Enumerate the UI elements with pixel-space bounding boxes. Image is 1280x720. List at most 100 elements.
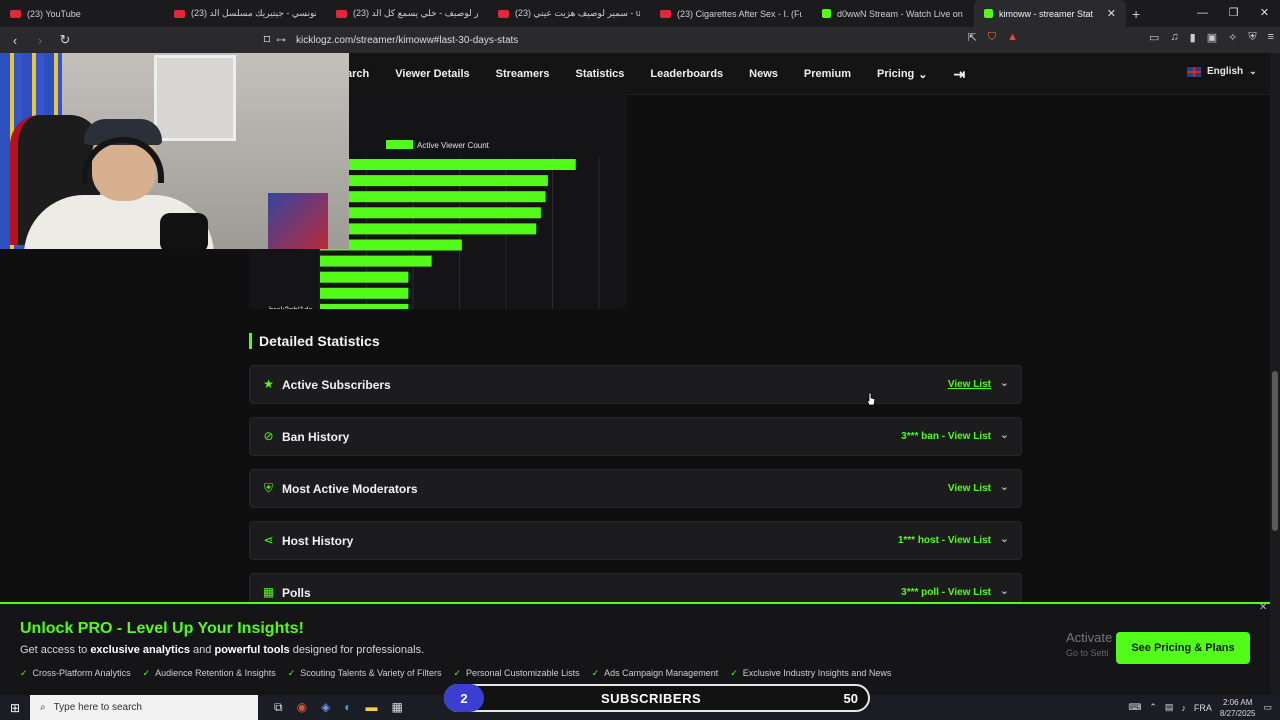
bookmark-icon[interactable]: ⌑ [257, 32, 277, 48]
promo-feature: ✓ Exclusive Industry Insights and News [730, 668, 891, 679]
reload-icon[interactable]: ↻ [55, 32, 75, 48]
bar [320, 287, 409, 299]
row-label: Ban History [282, 430, 350, 444]
forward-icon[interactable]: › [30, 33, 50, 48]
subscribers-stream-overlay: 2 SUBSCRIBERS 50 [444, 684, 870, 712]
sidebar-icon[interactable]: ▮ [1190, 31, 1196, 44]
activate-windows-subtext: Go to Setti [1066, 648, 1109, 658]
view-list-link[interactable]: View List [948, 379, 991, 390]
notification-icon[interactable]: ▭ [1263, 702, 1272, 713]
browser-tab[interactable]: kimoww - streamer Statistics ✕ [974, 0, 1126, 27]
media-icon[interactable]: ♫ [1170, 31, 1178, 44]
rewards-icon[interactable]: ▲ [1007, 31, 1018, 44]
volume-icon[interactable]: ♪ [1181, 703, 1186, 713]
vpn-icon[interactable]: ⛨ [1248, 31, 1256, 44]
row-label: Host History [282, 534, 354, 548]
nav-item-premium[interactable]: Premium [804, 68, 851, 80]
copilot-icon[interactable]: ◈ [321, 700, 330, 715]
chevron-down-icon[interactable]: ⌄ [1000, 532, 1009, 545]
site-info-icon[interactable]: ⊶ [276, 35, 286, 46]
view-list-link[interactable]: 3*** poll - View List [901, 587, 991, 598]
browser-tab[interactable]: (23) سمير لوصيف - خلي يسمع كل الد [326, 0, 488, 27]
browser-tab[interactable]: d0wwN Stream - Watch Live on Kick [812, 0, 974, 27]
row-label: Most Active Moderators [282, 482, 418, 496]
tab-label: (23) Cigarettes After Sex - I. (Full [677, 8, 802, 19]
file-explorer-icon[interactable]: ▬ [366, 700, 378, 715]
reader-icon[interactable]: ▭ [1149, 31, 1159, 44]
promo-feature: ✓ Ads Campaign Management [592, 668, 719, 679]
minimize-icon[interactable]: — [1187, 0, 1218, 27]
see-pricing-button[interactable]: See Pricing & Plans [1116, 632, 1250, 664]
app-icon[interactable]: ◉ [297, 700, 307, 715]
nav-item-streamers[interactable]: Streamers [496, 68, 550, 80]
windows-start-icon[interactable]: ⊞ [0, 701, 30, 715]
tray-chevron-icon[interactable]: ⌃ [1149, 702, 1157, 713]
youtube-favicon-icon [10, 9, 21, 18]
stat-row-active-subscribers[interactable]: ★ Active Subscribers View List ⌄ [249, 365, 1022, 404]
nav-item-pricing[interactable]: Pricing [877, 68, 914, 80]
view-list-link[interactable]: 3*** ban - View List [901, 431, 991, 442]
stat-row-most-active-moderators[interactable]: ⛨ Most Active Moderators View List ⌄ [249, 469, 1022, 508]
chevron-down-icon: ⌄ [1249, 66, 1257, 76]
login-icon[interactable]: ⇥ [954, 66, 966, 83]
share-icon[interactable]: ⇱ [968, 31, 977, 44]
chevron-down-icon: ⌄ [918, 68, 928, 81]
feature-label: Scouting Talents & Variety of Filters [300, 668, 442, 678]
brave-shield-icon[interactable]: ⛉ [988, 31, 996, 44]
chevron-down-icon[interactable]: ⌄ [1000, 584, 1009, 597]
stat-row-host-history[interactable]: ⋖ Host History 1*** host - View List ⌄ [249, 521, 1022, 560]
view-list-link[interactable]: 1*** host - View List [898, 535, 991, 546]
nav-item-leaderboards[interactable]: Leaderboards [650, 68, 723, 80]
window-image [154, 55, 236, 141]
row-label: Active Subscribers [282, 378, 391, 392]
nav-item-viewer-details[interactable]: Viewer Details [395, 68, 469, 80]
new-tab-icon[interactable]: + [1132, 6, 1140, 22]
promo-feature: ✓ Audience Retention & Insights [143, 668, 276, 679]
close-tab-icon[interactable]: ✕ [1107, 7, 1116, 20]
web-page: arch Viewer Details Streamers Statistics Lea… [0, 53, 1280, 695]
system-tray: ⌨ ⌃ ▤ ♪ FRA 2:06 AM 8/27/2025 ▭ [1128, 695, 1272, 720]
clock[interactable]: 2:06 AM 8/27/2025 [1220, 697, 1256, 719]
youtube-favicon-icon [174, 9, 185, 18]
back-icon[interactable]: ‹ [5, 33, 25, 48]
tab-label: d0wwN Stream - Watch Live on Kick [837, 8, 964, 19]
browser-tab[interactable]: (23) سمير لوصيف هزيت عيني - uTube [488, 0, 650, 27]
youtube-favicon-icon [660, 9, 671, 18]
promo-sub-mid: and [190, 644, 215, 656]
nav-item-arch[interactable]: arch [346, 68, 369, 80]
keyboard-icon[interactable]: ⌨ [1128, 702, 1141, 713]
maximize-icon[interactable]: ❐ [1218, 0, 1249, 27]
browser-tab[interactable]: (23) وليد التونسي - جيتيريك مسلسل الد [164, 0, 326, 27]
taskbar-search[interactable]: ⌕ Type here to search [30, 695, 258, 720]
scrollbar[interactable] [1270, 53, 1280, 695]
language-select[interactable]: English ⌄ [1187, 66, 1257, 77]
chevron-down-icon[interactable]: ⌄ [1000, 428, 1009, 441]
chevron-down-icon[interactable]: ⌄ [1000, 480, 1009, 493]
leo-icon[interactable]: ✧ [1228, 31, 1237, 44]
poster-image [268, 193, 328, 249]
nav-item-statistics[interactable]: Statistics [575, 68, 624, 80]
stat-row-ban-history[interactable]: ⊘ Ban History 3*** ban - View List ⌄ [249, 417, 1022, 456]
bar [320, 255, 432, 267]
bar [320, 303, 409, 309]
edge-icon[interactable]: ◐ [344, 700, 351, 715]
close-window-icon[interactable]: ✕ [1249, 0, 1280, 27]
network-icon[interactable]: ▤ [1165, 702, 1174, 713]
browser-tab[interactable]: (23) Cigarettes After Sex - I. (Full [650, 0, 812, 27]
promo-feature: ✓ Cross-Platform Analytics [20, 668, 131, 679]
menu-icon[interactable]: ≡ [1268, 31, 1274, 44]
bar [320, 271, 409, 283]
input-language[interactable]: FRA [1194, 703, 1212, 713]
url-field[interactable]: ⊶ kicklogz.com/streamer/kimoww#last-30-d… [276, 29, 1006, 51]
nav-item-news[interactable]: News [749, 68, 778, 80]
bar [320, 175, 548, 187]
view-list-link[interactable]: View List [948, 483, 991, 494]
task-view-icon[interactable]: ⧉ [274, 700, 283, 715]
clock-date: 8/27/2025 [1219, 708, 1256, 718]
url-text: kicklogz.com/streamer/kimoww#last-30-day… [296, 34, 519, 46]
scrollbar-thumb[interactable] [1272, 371, 1278, 531]
wallet-icon[interactable]: ▣ [1207, 31, 1217, 44]
store-icon[interactable]: ▦ [392, 700, 403, 715]
chevron-down-icon[interactable]: ⌄ [1000, 376, 1009, 389]
browser-tab[interactable]: (23) YouTube [0, 0, 164, 27]
